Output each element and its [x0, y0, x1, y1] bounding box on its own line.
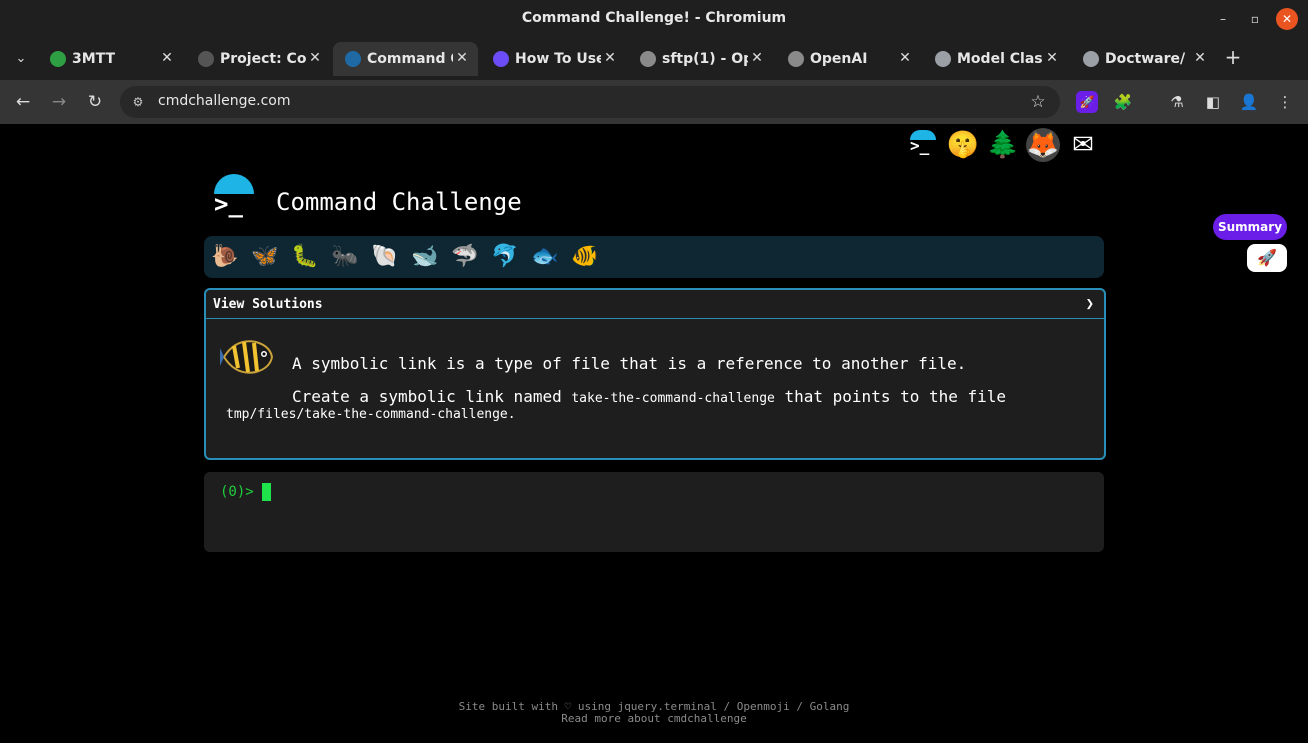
tropical-fish-icon[interactable]: 🐠: [570, 242, 600, 272]
shell-icon[interactable]: 🐚: [370, 242, 400, 272]
page-content: >_ 🤫 🌲 🦊 ✉ >_ Command Challenge 🐌 🦋 🐛 🐜 🐚 🐋 🦈 🐬…: [0, 124, 1308, 743]
forward-button[interactable]: →: [48, 91, 70, 113]
browser-toolbar: ← → ↻ ⚙ cmdchallenge.com ☆ 🚀 🧩 ⚗ ◧ 👤 ⋮: [0, 80, 1308, 124]
logo-prompt: >_: [214, 190, 243, 218]
dolphin-icon[interactable]: 🐬: [490, 242, 520, 272]
tab-favicon-icon: [788, 51, 804, 67]
back-button[interactable]: ←: [12, 91, 34, 113]
tab-close-icon[interactable]: ✕: [307, 50, 323, 66]
browser-tab[interactable]: 3MTT ✕: [38, 42, 183, 76]
tab-label: sftp(1) - Op: [662, 51, 748, 67]
tab-label: Command C: [367, 51, 453, 67]
browser-tab[interactable]: Doctware/ ✕: [1071, 42, 1216, 76]
browser-tab[interactable]: Model Clas ✕: [923, 42, 1068, 76]
tab-close-icon[interactable]: ✕: [159, 50, 175, 66]
tree-icon[interactable]: 🌲: [986, 128, 1020, 162]
url-text[interactable]: cmdchallenge.com: [158, 93, 291, 109]
title-bar: Command Challenge! - Chromium – ▫ ✕: [0, 0, 1308, 38]
tab-close-icon[interactable]: ✕: [602, 50, 618, 66]
tab-close-icon[interactable]: ✕: [1044, 50, 1060, 66]
challenge-panel: View Solutions ❯ A symbolic link is a ty…: [204, 288, 1106, 460]
browser-tab[interactable]: OpenAI ✕: [776, 42, 921, 76]
ant-icon[interactable]: 🐜: [330, 242, 360, 272]
tab-close-icon[interactable]: ✕: [749, 50, 765, 66]
target-path-code: tmp/files/take-the-command-challenge.: [226, 407, 516, 422]
tab-label: OpenAI: [810, 51, 868, 67]
browser-tab[interactable]: sftp(1) - Op ✕: [628, 42, 773, 76]
tab-favicon-icon: [493, 51, 509, 67]
tab-close-icon[interactable]: ✕: [1192, 50, 1208, 66]
task-text-pre: Create a symbolic link named: [292, 387, 572, 406]
challenge-task: Create a symbolic link named take-the-co…: [292, 387, 1006, 406]
butterfly-icon[interactable]: 🦋: [250, 242, 280, 272]
tab-favicon-icon: [640, 51, 656, 67]
rocket-icon[interactable]: 🚀: [1247, 244, 1287, 272]
challenge-intro: A symbolic link is a type of file that i…: [292, 354, 967, 373]
maximize-button[interactable]: ▫: [1244, 8, 1266, 30]
whale-icon[interactable]: 🐋: [410, 242, 440, 272]
terminal-cursor[interactable]: [262, 483, 271, 501]
level-bar: 🐌 🦋 🐛 🐜 🐚 🐋 🦈 🐬 🐟 🐠: [204, 236, 1104, 278]
rocket-extension-icon[interactable]: 🚀: [1076, 91, 1098, 113]
mail-icon[interactable]: ✉: [1066, 128, 1100, 162]
chevron-right-icon[interactable]: ❯: [1086, 296, 1094, 312]
gitlab-icon[interactable]: 🦊: [1026, 128, 1060, 162]
reload-button[interactable]: ↻: [84, 91, 106, 113]
bookmark-star-icon[interactable]: ☆: [1028, 92, 1048, 112]
browser-tab[interactable]: How To Use ✕: [481, 42, 626, 76]
snail-icon[interactable]: 🐌: [210, 242, 240, 272]
view-solutions-header[interactable]: View Solutions ❯: [206, 290, 1104, 319]
tab-favicon-icon: [935, 51, 951, 67]
footer-read-more-link[interactable]: Read more about cmdchallenge: [0, 713, 1308, 725]
minimize-button[interactable]: –: [1212, 8, 1234, 30]
new-tab-button[interactable]: +: [1222, 46, 1244, 68]
tab-label: Project: Co: [220, 51, 306, 67]
close-window-button[interactable]: ✕: [1276, 8, 1298, 30]
tab-close-icon[interactable]: ✕: [897, 50, 913, 66]
site-info-icon[interactable]: ⚙: [130, 94, 146, 110]
tab-search-chevron-icon[interactable]: ⌄: [10, 48, 32, 70]
tab-label: 3MTT: [72, 51, 116, 67]
summary-button[interactable]: Summary: [1213, 214, 1287, 240]
terminal-logo-prompt: >_: [910, 136, 930, 155]
address-bar[interactable]: ⚙ cmdchallenge.com ☆: [120, 86, 1060, 118]
shark-icon[interactable]: 🦈: [450, 242, 480, 272]
menu-icon[interactable]: ⋮: [1274, 91, 1296, 113]
tab-favicon-icon: [198, 51, 214, 67]
extensions-icon[interactable]: 🧩: [1112, 91, 1134, 113]
site-logo: >_: [210, 174, 258, 222]
caterpillar-icon[interactable]: 🐛: [290, 242, 320, 272]
side-panel-icon[interactable]: ◧: [1202, 91, 1224, 113]
shushing-face-icon[interactable]: 🤫: [946, 128, 980, 162]
tab-label: How To Use: [515, 51, 601, 67]
terminal-prompt: (0)>: [220, 484, 254, 500]
tab-favicon-icon: [1083, 51, 1099, 67]
tab-close-icon[interactable]: ✕: [454, 50, 470, 66]
labs-icon[interactable]: ⚗: [1166, 91, 1188, 113]
task-text-post: that points to the file: [774, 387, 1007, 406]
window-title: Command Challenge! - Chromium: [521, 10, 787, 26]
browser-tab[interactable]: Command C ✕: [333, 42, 478, 76]
tropical-fish-icon: [220, 340, 274, 374]
link-name-code: take-the-command-challenge: [571, 391, 775, 406]
tab-label: Doctware/: [1105, 51, 1186, 67]
profile-icon[interactable]: 👤: [1238, 91, 1260, 113]
tab-strip: ⌄ 3MTT ✕ Project: Co ✕ Command C ✕ How To Use ✕…: [0, 38, 1308, 80]
tab-label: Model Clas: [957, 51, 1043, 67]
tab-favicon-icon: [50, 51, 66, 67]
footer: Site built with ♡ using jquery.terminal …: [0, 701, 1308, 725]
site-title: Command Challenge: [276, 188, 522, 216]
terminal-logo-icon[interactable]: >_: [906, 128, 940, 162]
fish-icon[interactable]: 🐟: [530, 242, 560, 272]
terminal[interactable]: (0)>: [204, 472, 1104, 552]
view-solutions-label: View Solutions: [213, 297, 323, 312]
tab-favicon-icon: [345, 51, 361, 67]
browser-tab[interactable]: Project: Co ✕: [186, 42, 331, 76]
